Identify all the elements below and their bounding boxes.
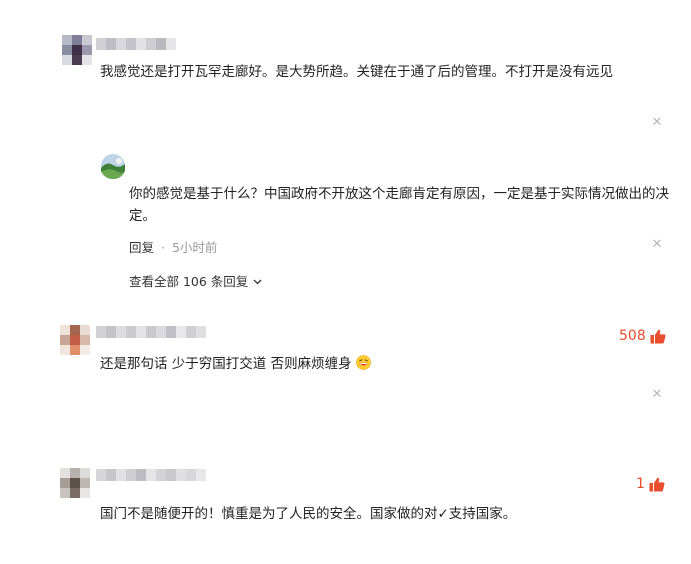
like-button[interactable]: 508 bbox=[619, 328, 666, 344]
laughing-emoji-icon bbox=[356, 355, 371, 370]
username[interactable] bbox=[96, 38, 176, 50]
separator: · bbox=[161, 240, 165, 255]
landscape-avatar-icon bbox=[101, 154, 125, 179]
reply-button[interactable]: 回复 bbox=[129, 240, 154, 255]
username[interactable] bbox=[96, 469, 206, 481]
like-count: 508 bbox=[619, 328, 646, 344]
avatar[interactable] bbox=[62, 35, 92, 65]
view-all-replies-button[interactable]: 查看全部 106 条回复 bbox=[129, 271, 262, 290]
comment-text: 还是那句话 少于穷国打交道 否则麻烦缠身 bbox=[100, 354, 371, 374]
like-count: 1 bbox=[636, 476, 645, 492]
thumbs-up-icon bbox=[650, 329, 666, 343]
username[interactable] bbox=[96, 326, 206, 338]
avatar[interactable] bbox=[100, 153, 126, 179]
reply-meta: 回复 · 5小时前 bbox=[129, 237, 217, 256]
close-icon[interactable]: ✕ bbox=[651, 388, 663, 401]
thumbs-up-icon bbox=[649, 477, 665, 491]
view-all-label: 查看全部 106 条回复 bbox=[129, 274, 249, 289]
reply-text: 你的感觉是基于什么？中国政府不开放这个走廊肯定有原因，一定是基于实际情况做出的决… bbox=[129, 186, 669, 224]
comment-text: 国门不是随便开的！慎重是为了人民的安全。国家做的对✓支持国家。 bbox=[100, 506, 517, 522]
like-button[interactable]: 1 bbox=[636, 476, 665, 492]
comment-text-content: 还是那句话 少于穷国打交道 否则麻烦缠身 bbox=[100, 356, 352, 372]
close-icon[interactable]: ✕ bbox=[651, 238, 663, 251]
close-icon[interactable]: ✕ bbox=[651, 116, 663, 129]
timestamp: 5小时前 bbox=[171, 240, 218, 255]
comment-text: 我感觉还是打开瓦罕走廊好。是大势所趋。关键在于通了后的管理。不打开是没有远见 bbox=[100, 64, 613, 80]
chevron-down-icon bbox=[253, 279, 262, 285]
avatar[interactable] bbox=[60, 468, 90, 498]
avatar[interactable] bbox=[60, 325, 90, 355]
